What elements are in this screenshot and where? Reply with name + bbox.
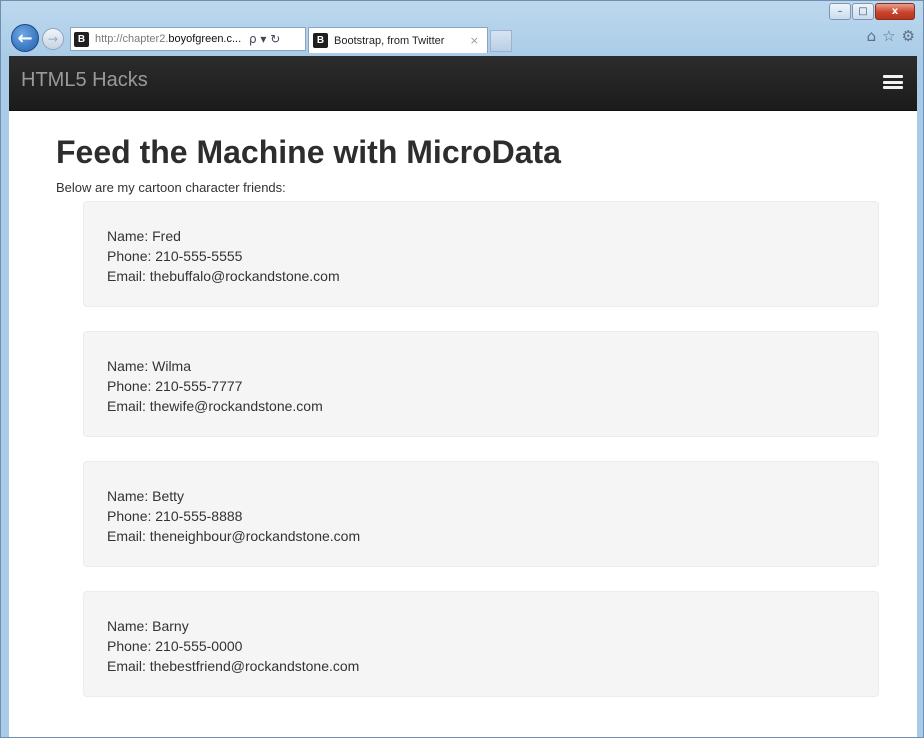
maximize-button[interactable]: □ bbox=[852, 3, 874, 20]
friend-card: Name: Betty Phone: 210-555-8888 Email: t… bbox=[83, 461, 879, 567]
friend-phone: Phone: 210-555-0000 bbox=[107, 638, 243, 654]
window-controls: – □ x bbox=[829, 3, 915, 20]
friend-name: Name: Fred bbox=[107, 228, 181, 244]
menu-bar bbox=[883, 86, 903, 89]
url-prefix: http://chapter2. bbox=[95, 33, 169, 45]
address-bar[interactable]: B http://chapter2.boyofgreen.c... ρ ▾ ↻ bbox=[70, 27, 306, 51]
page-intro: Below are my cartoon character friends: bbox=[56, 180, 286, 195]
browser-toolbar: ← → B http://chapter2.boyofgreen.c... ρ … bbox=[1, 21, 923, 53]
page-title: Feed the Machine with MicroData bbox=[56, 134, 561, 170]
close-button[interactable]: x bbox=[875, 3, 915, 20]
friend-phone: Phone: 210-555-5555 bbox=[107, 248, 243, 264]
site-brand[interactable]: HTML5 Hacks bbox=[21, 69, 148, 92]
minimize-button[interactable]: – bbox=[829, 3, 851, 20]
browser-window: – □ x ← → B http://chapter2.boyofgreen.c… bbox=[0, 0, 924, 738]
menu-bar bbox=[883, 75, 903, 78]
friend-card: Name: Barny Phone: 210-555-0000 Email: t… bbox=[83, 591, 879, 697]
friend-phone: Phone: 210-555-8888 bbox=[107, 508, 243, 524]
friend-phone: Phone: 210-555-7777 bbox=[107, 378, 243, 394]
browser-right-icons: ⌂ ☆ ⚙ bbox=[867, 27, 915, 45]
friend-card: Name: Wilma Phone: 210-555-7777 Email: t… bbox=[83, 331, 879, 437]
site-navbar: HTML5 Hacks bbox=[9, 56, 917, 111]
friend-email: Email: thewife@rockandstone.com bbox=[107, 398, 323, 414]
gear-icon[interactable]: ⚙ bbox=[902, 27, 915, 45]
back-button[interactable]: ← bbox=[11, 24, 39, 52]
tab-title: Bootstrap, from Twitter bbox=[334, 34, 445, 47]
friend-name: Name: Wilma bbox=[107, 358, 192, 374]
friend-name: Name: Barny bbox=[107, 618, 189, 634]
forward-button[interactable]: → bbox=[42, 28, 64, 50]
menu-bar bbox=[883, 80, 903, 84]
hamburger-menu-icon[interactable] bbox=[883, 75, 903, 89]
friend-email: Email: thebuffalo@rockandstone.com bbox=[107, 268, 340, 284]
friend-name: Name: Betty bbox=[107, 488, 185, 504]
home-icon[interactable]: ⌂ bbox=[867, 27, 877, 45]
new-tab-button[interactable] bbox=[490, 30, 512, 52]
search-refresh-icons[interactable]: ρ ▾ ↻ bbox=[249, 32, 280, 46]
star-icon[interactable]: ☆ bbox=[882, 27, 895, 45]
friend-email: Email: theneighbour@rockandstone.com bbox=[107, 528, 361, 544]
url-domain: boyofgreen.c... bbox=[168, 33, 242, 45]
url-text[interactable]: http://chapter2.boyofgreen.c... bbox=[95, 33, 245, 45]
page-viewport: HTML5 Hacks Feed the Machine with MicroD… bbox=[9, 56, 917, 737]
site-favicon-icon: B bbox=[74, 31, 89, 47]
tab-close-icon[interactable]: × bbox=[470, 34, 479, 47]
tab-bootstrap[interactable]: B Bootstrap, from Twitter × bbox=[308, 27, 488, 53]
tab-favicon-icon: B bbox=[313, 33, 328, 48]
friend-email: Email: thebestfriend@rockandstone.com bbox=[107, 658, 360, 674]
friend-card: Name: Fred Phone: 210-555-5555 Email: th… bbox=[83, 201, 879, 307]
